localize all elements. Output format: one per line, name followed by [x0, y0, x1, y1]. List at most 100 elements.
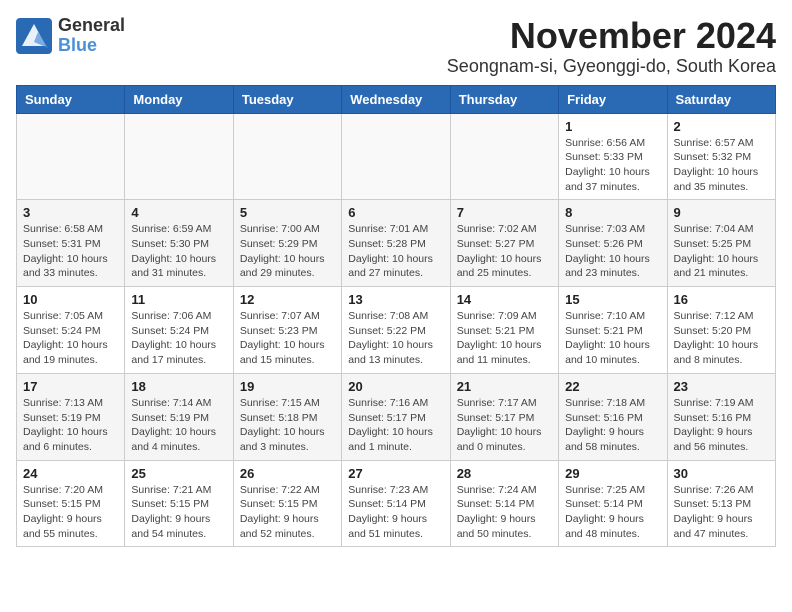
day-number: 5	[240, 205, 335, 220]
day-info: Sunrise: 7:22 AMSunset: 5:15 PMDaylight:…	[240, 483, 335, 542]
day-info: Sunrise: 7:00 AMSunset: 5:29 PMDaylight:…	[240, 222, 335, 281]
day-info: Sunrise: 7:14 AMSunset: 5:19 PMDaylight:…	[131, 396, 226, 455]
calendar-cell: 6Sunrise: 7:01 AMSunset: 5:28 PMDaylight…	[342, 200, 450, 287]
day-number: 12	[240, 292, 335, 307]
day-number: 23	[674, 379, 769, 394]
day-info: Sunrise: 6:59 AMSunset: 5:30 PMDaylight:…	[131, 222, 226, 281]
calendar-cell: 22 Sunrise: 7:18 AMSunset: 5:16 PMDayligh…	[559, 373, 667, 460]
day-info: Sunrise: 7:01 AMSunset: 5:28 PMDaylight:…	[348, 222, 443, 281]
weekday-header-monday: Monday	[125, 85, 233, 113]
weekday-header-saturday: Saturday	[667, 85, 775, 113]
day-number: 10	[23, 292, 118, 307]
day-number: 8	[565, 205, 660, 220]
calendar-cell: 30 Sunrise: 7:26 AMSunset: 5:13 PMDayligh…	[667, 460, 775, 547]
calendar-week-row: 3 Sunrise: 6:58 AMSunset: 5:31 PMDaylight…	[17, 200, 776, 287]
calendar-cell: 17Sunrise: 7:13 AMSunset: 5:19 PMDayligh…	[17, 373, 125, 460]
title-block: November 2024 Seongnam-si, Gyeonggi-do, …	[447, 16, 776, 77]
day-info: Sunrise: 7:07 AMSunset: 5:23 PMDaylight:…	[240, 309, 335, 368]
day-number: 27	[348, 466, 443, 481]
day-info: Sunrise: 7:21 AMSunset: 5:15 PMDaylight:…	[131, 483, 226, 542]
logo-icon	[16, 18, 52, 54]
calendar-week-row: 24 Sunrise: 7:20 AMSunset: 5:15 PMDayligh…	[17, 460, 776, 547]
logo-line1: General	[58, 16, 125, 36]
weekday-header-friday: Friday	[559, 85, 667, 113]
calendar-cell: 23 Sunrise: 7:19 AMSunset: 5:16 PMDayligh…	[667, 373, 775, 460]
day-number: 1	[565, 119, 660, 134]
calendar-cell: 11 Sunrise: 7:06 AMSunset: 5:24 PMDayligh…	[125, 287, 233, 374]
logo: General Blue	[16, 16, 125, 56]
day-info: Sunrise: 7:10 AMSunset: 5:21 PMDaylight:…	[565, 309, 660, 368]
day-number: 18	[131, 379, 226, 394]
calendar-cell: 28 Sunrise: 7:24 AMSunset: 5:14 PMDayligh…	[450, 460, 558, 547]
calendar-cell: 25 Sunrise: 7:21 AMSunset: 5:15 PMDayligh…	[125, 460, 233, 547]
day-number: 14	[457, 292, 552, 307]
logo-line2: Blue	[58, 36, 125, 56]
day-info: Sunrise: 7:18 AMSunset: 5:16 PMDaylight:…	[565, 396, 660, 455]
page-header: General Blue November 2024 Seongnam-si, …	[16, 16, 776, 77]
calendar-cell: 2Sunrise: 6:57 AMSunset: 5:32 PMDaylight…	[667, 113, 775, 200]
location-title: Seongnam-si, Gyeonggi-do, South Korea	[447, 56, 776, 77]
logo-text: General Blue	[58, 16, 125, 56]
calendar-cell	[17, 113, 125, 200]
day-info: Sunrise: 6:58 AMSunset: 5:31 PMDaylight:…	[23, 222, 118, 281]
calendar-cell: 15 Sunrise: 7:10 AMSunset: 5:21 PMDayligh…	[559, 287, 667, 374]
day-number: 15	[565, 292, 660, 307]
weekday-header-tuesday: Tuesday	[233, 85, 341, 113]
calendar-cell: 5 Sunrise: 7:00 AMSunset: 5:29 PMDaylight…	[233, 200, 341, 287]
day-number: 9	[674, 205, 769, 220]
day-info: Sunrise: 7:15 AMSunset: 5:18 PMDaylight:…	[240, 396, 335, 455]
calendar-week-row: 10 Sunrise: 7:05 AMSunset: 5:24 PMDayligh…	[17, 287, 776, 374]
day-info: Sunrise: 7:03 AMSunset: 5:26 PMDaylight:…	[565, 222, 660, 281]
day-number: 20	[348, 379, 443, 394]
day-number: 30	[674, 466, 769, 481]
calendar-cell: 27 Sunrise: 7:23 AMSunset: 5:14 PMDayligh…	[342, 460, 450, 547]
day-info: Sunrise: 6:57 AMSunset: 5:32 PMDaylight:…	[674, 136, 769, 195]
day-info: Sunrise: 7:08 AMSunset: 5:22 PMDaylight:…	[348, 309, 443, 368]
day-info: Sunrise: 7:24 AMSunset: 5:14 PMDaylight:…	[457, 483, 552, 542]
calendar-cell: 16 Sunrise: 7:12 AMSunset: 5:20 PMDayligh…	[667, 287, 775, 374]
calendar-cell: 26 Sunrise: 7:22 AMSunset: 5:15 PMDayligh…	[233, 460, 341, 547]
calendar-cell: 10 Sunrise: 7:05 AMSunset: 5:24 PMDayligh…	[17, 287, 125, 374]
day-info: Sunrise: 7:04 AMSunset: 5:25 PMDaylight:…	[674, 222, 769, 281]
calendar-cell	[125, 113, 233, 200]
day-info: Sunrise: 7:05 AMSunset: 5:24 PMDaylight:…	[23, 309, 118, 368]
calendar-cell	[342, 113, 450, 200]
day-number: 4	[131, 205, 226, 220]
calendar-cell: 3 Sunrise: 6:58 AMSunset: 5:31 PMDaylight…	[17, 200, 125, 287]
day-info: Sunrise: 7:09 AMSunset: 5:21 PMDaylight:…	[457, 309, 552, 368]
calendar-cell	[233, 113, 341, 200]
weekday-header-thursday: Thursday	[450, 85, 558, 113]
day-number: 19	[240, 379, 335, 394]
weekday-header-sunday: Sunday	[17, 85, 125, 113]
day-number: 22	[565, 379, 660, 394]
day-info: Sunrise: 7:16 AMSunset: 5:17 PMDaylight:…	[348, 396, 443, 455]
day-number: 3	[23, 205, 118, 220]
calendar-week-row: 17Sunrise: 7:13 AMSunset: 5:19 PMDayligh…	[17, 373, 776, 460]
day-info: Sunrise: 6:56 AMSunset: 5:33 PMDaylight:…	[565, 136, 660, 195]
weekday-header-wednesday: Wednesday	[342, 85, 450, 113]
day-number: 16	[674, 292, 769, 307]
day-info: Sunrise: 7:20 AMSunset: 5:15 PMDaylight:…	[23, 483, 118, 542]
day-number: 11	[131, 292, 226, 307]
day-number: 26	[240, 466, 335, 481]
day-number: 29	[565, 466, 660, 481]
day-info: Sunrise: 7:23 AMSunset: 5:14 PMDaylight:…	[348, 483, 443, 542]
day-number: 25	[131, 466, 226, 481]
day-info: Sunrise: 7:12 AMSunset: 5:20 PMDaylight:…	[674, 309, 769, 368]
day-info: Sunrise: 7:19 AMSunset: 5:16 PMDaylight:…	[674, 396, 769, 455]
calendar-cell: 21 Sunrise: 7:17 AMSunset: 5:17 PMDayligh…	[450, 373, 558, 460]
day-number: 21	[457, 379, 552, 394]
calendar-cell: 8 Sunrise: 7:03 AMSunset: 5:26 PMDaylight…	[559, 200, 667, 287]
day-info: Sunrise: 7:13 AMSunset: 5:19 PMDaylight:…	[23, 396, 118, 455]
day-info: Sunrise: 7:17 AMSunset: 5:17 PMDaylight:…	[457, 396, 552, 455]
day-number: 24	[23, 466, 118, 481]
day-number: 28	[457, 466, 552, 481]
day-info: Sunrise: 7:06 AMSunset: 5:24 PMDaylight:…	[131, 309, 226, 368]
calendar-cell: 9 Sunrise: 7:04 AMSunset: 5:25 PMDaylight…	[667, 200, 775, 287]
calendar-cell: 12 Sunrise: 7:07 AMSunset: 5:23 PMDayligh…	[233, 287, 341, 374]
day-info: Sunrise: 7:02 AMSunset: 5:27 PMDaylight:…	[457, 222, 552, 281]
month-title: November 2024	[447, 16, 776, 56]
calendar-cell: 1 Sunrise: 6:56 AMSunset: 5:33 PMDaylight…	[559, 113, 667, 200]
day-info: Sunrise: 7:25 AMSunset: 5:14 PMDaylight:…	[565, 483, 660, 542]
day-info: Sunrise: 7:26 AMSunset: 5:13 PMDaylight:…	[674, 483, 769, 542]
